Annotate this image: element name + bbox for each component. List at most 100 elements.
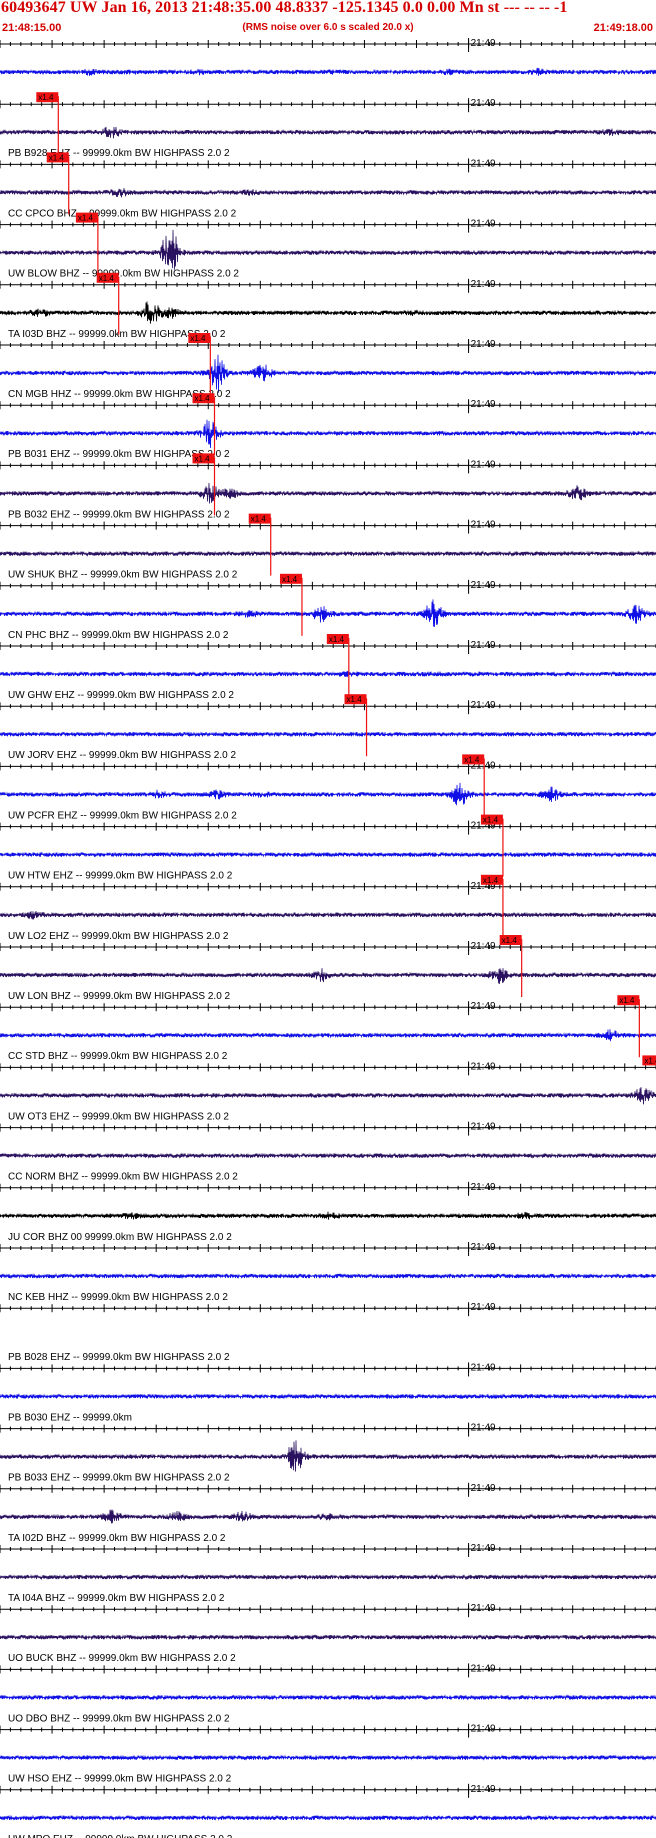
station-label: CC NORM BHZ -- 99999.0km BW HIGHPASS 2.0… <box>8 1172 238 1183</box>
waveform-trace <box>0 851 656 858</box>
station-label: UW PCFR EHZ -- 99999.0km BW HIGHPASS 2.0… <box>8 810 237 821</box>
end-time: 21:49:18.00 <box>593 22 653 34</box>
station-label: PB B033 EHZ -- 99999.0km BW HIGHPASS 2.0… <box>8 1473 230 1484</box>
minute-tick-label: 21:49 <box>471 339 496 350</box>
minute-tick-label: 21:49 <box>471 1603 496 1614</box>
pick-flag-label: x1.4 <box>483 876 499 885</box>
waveform-trace <box>0 910 656 920</box>
station-label: UW JORV EHZ -- 99999.0km BW HIGHPASS 2.0… <box>8 750 236 761</box>
waveform-trace <box>0 301 656 324</box>
station-label: UW BLOW BHZ -- 99999.0km BW HIGHPASS 2.0… <box>8 269 239 280</box>
seismogram-plot: 21:49 21:49 PB B928 EHZ -- 99999.0km BW HI… <box>0 38 656 1838</box>
pick-flag-label: x1.4 <box>644 1056 656 1065</box>
minute-tick-label: 21:49 <box>471 580 496 591</box>
station-label: PB B028 EHZ -- 99999.0km BW HIGHPASS 2.0… <box>8 1352 230 1363</box>
minute-tick-label: 21:49 <box>471 1423 496 1434</box>
pick-flag-label: x1.4 <box>251 515 267 524</box>
waveform-trace <box>0 419 656 449</box>
minute-tick-label: 21:49 <box>471 459 496 470</box>
waveform-trace <box>0 1633 656 1641</box>
time-range-row: 21:48:15.00 (RMS noise over 6.0 s scaled… <box>0 22 656 36</box>
minute-tick-label: 21:49 <box>471 1122 496 1133</box>
waveform-trace <box>0 599 656 628</box>
minute-tick-label: 21:49 <box>471 1663 496 1674</box>
waveform-trace <box>0 670 656 678</box>
minute-tick-label: 21:49 <box>471 1724 496 1735</box>
station-label: CC CPCO BHZ -- 99999.0km BW HIGHPASS 2.0… <box>8 208 237 219</box>
record-header: 60493647 UW Jan 16, 2013 21:48:35.00 48.… <box>0 0 656 38</box>
station-label: UW LO2 EHZ -- 99999.0km BW HIGHPASS 2.0 … <box>8 931 229 942</box>
waveform-trace <box>0 126 656 139</box>
waveform-trace <box>0 1087 656 1105</box>
pick-flag-label: x1.4 <box>347 695 363 704</box>
station-label: PB B030 EHZ -- 99999.0km <box>8 1412 132 1423</box>
waveform-trace <box>0 1152 656 1159</box>
minute-tick-label: 21:49 <box>471 98 496 109</box>
pick-flag-label: x1.4 <box>38 93 54 102</box>
minute-tick-label: 21:49 <box>471 158 496 169</box>
minute-tick-label: 21:49 <box>471 1483 496 1494</box>
minute-tick-label: 21:49 <box>471 1001 496 1012</box>
pick-flag-label: x1.4 <box>329 635 345 644</box>
minute-tick-label: 21:49 <box>471 1362 496 1373</box>
waveform-trace <box>0 1272 656 1280</box>
waveform-trace <box>0 550 656 557</box>
station-label: UO BUCK BHZ -- 99999.0km BW HIGHPASS 2.0… <box>8 1653 236 1664</box>
minute-tick-label: 21:49 <box>471 941 496 952</box>
station-label: UW SHUK BHZ -- 99999.0km BW HIGHPASS 2.0… <box>8 570 238 581</box>
station-label: UW GHW EHZ -- 99999.0km BW HIGHPASS 2.0 … <box>8 690 234 701</box>
pick-flag-label: x1.4 <box>49 153 65 162</box>
minute-tick-label: 21:49 <box>471 700 496 711</box>
event-title: 60493647 UW Jan 16, 2013 21:48:35.00 48.… <box>1 0 568 16</box>
waveform-trace <box>0 67 656 76</box>
station-label: UW MPO EHZ -- 99999.0km BW HIGHPASS 2.0 … <box>8 1834 233 1838</box>
waveform-trace <box>0 1440 656 1472</box>
pick-flag-label: x1.4 <box>483 816 499 825</box>
station-label: UW LON BHZ -- 99999.0km BW HIGHPASS 2.0 … <box>8 991 231 1002</box>
station-label: UW HTW EHZ -- 99999.0km BW HIGHPASS 2.0 … <box>8 871 233 882</box>
minute-tick-label: 21:49 <box>471 520 496 531</box>
waveform-trace <box>0 482 656 504</box>
minute-tick-label: 21:49 <box>471 640 496 651</box>
minute-tick-label: 21:49 <box>471 1182 496 1193</box>
waveform-trace <box>0 1754 656 1761</box>
waveform-trace <box>0 968 656 985</box>
pick-flag-label: x1.4 <box>464 755 480 764</box>
minute-tick-label: 21:49 <box>471 38 496 49</box>
station-label: CC STD BHZ -- 99999.0km BW HIGHPASS 2.0 … <box>8 1051 228 1062</box>
minute-tick-label: 21:49 <box>471 219 496 230</box>
waveform-trace <box>0 1573 656 1581</box>
station-label: PB B928 EHZ -- 99999.0km BW HIGHPASS 2.0… <box>8 148 230 159</box>
waveform-trace <box>0 354 656 393</box>
waveform-trace <box>0 731 656 738</box>
minute-tick-label: 21:49 <box>471 1302 496 1313</box>
station-label: CN PHC BHZ -- 99999.0km BW HIGHPASS 2.0 … <box>8 630 229 641</box>
minute-tick-label: 21:49 <box>471 1242 496 1253</box>
waveform-trace <box>0 1814 656 1821</box>
station-label: TA I02D BHZ -- 99999.0km BW HIGHPASS 2.0… <box>8 1533 226 1544</box>
pick-flag-label: x1.4 <box>190 334 206 343</box>
waveform-trace <box>0 1211 656 1220</box>
pick-flag-label: x1.4 <box>99 274 115 283</box>
minute-tick-label: 21:49 <box>471 1543 496 1554</box>
waveform-trace <box>0 1509 656 1524</box>
station-label: NC KEB HHZ -- 99999.0km BW HIGHPASS 2.0 … <box>8 1292 228 1303</box>
pick-flag-label: x1.4 <box>195 454 211 463</box>
pick-flag-label: x1.4 <box>502 936 518 945</box>
waveform-trace <box>0 782 656 806</box>
station-label: TA I04A BHZ -- 99999.0km BW HIGHPASS 2.0… <box>8 1593 225 1604</box>
waveform-trace <box>0 1393 656 1400</box>
pick-flag-label: x1.4 <box>619 996 635 1005</box>
pick-flag-label: x1.4 <box>78 214 94 223</box>
minute-tick-label: 21:49 <box>471 279 496 290</box>
scaling-note: (RMS noise over 6.0 s scaled 20.0 x) <box>242 22 414 33</box>
pick-flag-label: x1.4 <box>195 394 211 403</box>
minute-tick-label: 21:49 <box>471 1061 496 1072</box>
waveform-trace <box>0 1029 656 1042</box>
pick-flag-label: x1.4 <box>282 575 298 584</box>
waveform-trace <box>0 1694 656 1701</box>
station-label: UW HSO EHZ -- 99999.0km BW HIGHPASS 2.0 … <box>8 1774 232 1785</box>
minute-tick-label: 21:49 <box>471 1784 496 1795</box>
minute-tick-label: 21:49 <box>471 399 496 410</box>
waveform-trace <box>0 188 656 198</box>
